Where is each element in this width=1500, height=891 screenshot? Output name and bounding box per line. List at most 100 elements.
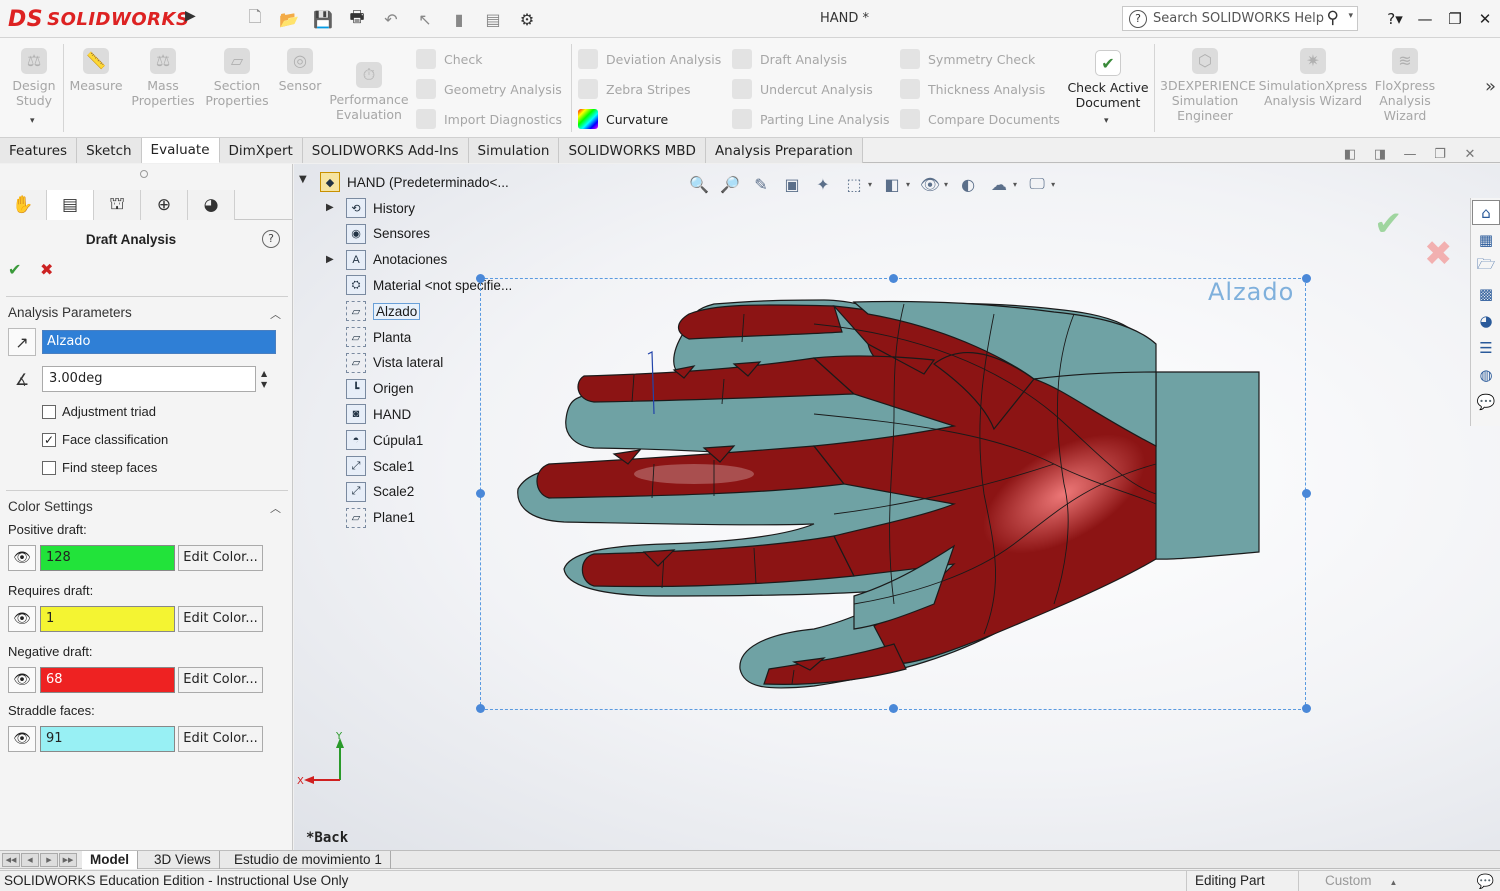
bottom-tab-estudio-de-movimiento-1[interactable]: Estudio de movimiento 1 [226, 851, 391, 869]
appearances-icon[interactable]: ◕ [1472, 308, 1500, 333]
tab-analysis-preparation[interactable]: Analysis Preparation [705, 138, 863, 163]
check-active-document-button[interactable]: ✔ Check Active Document [1064, 50, 1152, 110]
property-manager-tab-icon[interactable]: ▤ [47, 190, 94, 220]
curvature-button[interactable]: Curvature [578, 108, 668, 130]
deviation-analysis-button[interactable]: Deviation Analysis [578, 48, 721, 70]
resize-handle[interactable] [889, 704, 898, 713]
view-palette-icon[interactable]: ▩ [1472, 281, 1500, 306]
resize-handle[interactable] [889, 274, 898, 283]
simulationxpress-button[interactable]: ✷ SimulationXpress Analysis Wizard [1258, 48, 1368, 108]
restore-icon[interactable]: ❐ [1440, 0, 1470, 38]
close-icon[interactable]: ✕ [1470, 0, 1500, 38]
resize-handle[interactable] [476, 704, 485, 713]
compare-documents-button[interactable]: Compare Documents [900, 108, 1060, 130]
undo-icon[interactable]: ↶ [376, 6, 406, 32]
ribbon-more-chevron-icon[interactable]: » [1485, 76, 1496, 97]
viewport-close-icon[interactable]: ✕ [1458, 145, 1482, 163]
ok-check-icon[interactable]: ✔ [8, 260, 21, 279]
draft-angle-input[interactable]: 3.00deg [42, 366, 256, 392]
options-gear-icon[interactable]: ⚙ [512, 6, 542, 32]
geometry-analysis-button[interactable]: Geometry Analysis [416, 78, 562, 100]
bottom-tab-model[interactable]: Model [82, 851, 138, 869]
resize-handle[interactable] [476, 489, 485, 498]
color-settings-header[interactable]: Color Settings [8, 499, 93, 514]
quick-tips-icon[interactable]: 💬 [1477, 873, 1494, 890]
zebra-stripes-button[interactable]: Zebra Stripes [578, 78, 691, 100]
floxpress-button[interactable]: ≋ FloXpress Analysis Wizard [1372, 48, 1438, 123]
checkbox-box[interactable]: ✓ [42, 432, 56, 447]
tab-features[interactable]: Features [0, 138, 78, 163]
viewport-tile-right-icon[interactable]: ◨ [1368, 145, 1392, 163]
home-icon[interactable]: ⌂ [1472, 200, 1500, 225]
minimize-icon[interactable]: — [1410, 0, 1440, 38]
file-properties-icon[interactable]: ▤ [478, 6, 508, 32]
new-document-icon[interactable]: 🗋 [240, 6, 270, 32]
measure-button[interactable]: 📏 Measure [68, 48, 124, 93]
visibility-eye-icon[interactable]: 👁 [8, 606, 36, 632]
tab-solidworks-mbd[interactable]: SOLIDWORKS MBD [559, 138, 706, 163]
tab-dimxpert[interactable]: DimXpert [219, 138, 303, 163]
direction-arrow-icon[interactable]: ↗ [8, 328, 36, 356]
edit-color-button[interactable]: Edit Color... [178, 606, 263, 632]
analysis-parameters-header[interactable]: Analysis Parameters [8, 305, 132, 320]
next-tab-icon[interactable]: ▶ [40, 853, 58, 867]
check-button[interactable]: Check [416, 48, 482, 70]
checkbox-box[interactable] [42, 404, 56, 419]
last-tab-icon[interactable]: ▶▶ [59, 853, 77, 867]
solidworks-logo[interactable]: DS SOLIDWORKS [8, 2, 189, 36]
draft-analysis-button[interactable]: Draft Analysis [732, 48, 847, 70]
checkbox-box[interactable] [42, 460, 56, 475]
cancel-x-icon[interactable]: ✖ [40, 260, 53, 279]
edit-color-button[interactable]: Edit Color... [178, 726, 263, 752]
collapse-caret-icon[interactable]: ︿ [270, 306, 281, 322]
3dexperience-simulation-button[interactable]: ⬡ 3DEXPERIENCE Simulation Engineer [1160, 48, 1256, 123]
rebuild-icon[interactable]: ▮ [444, 6, 474, 32]
first-tab-icon[interactable]: ◀◀ [2, 853, 20, 867]
help-question-icon[interactable]: ? [262, 230, 280, 248]
prev-tab-icon[interactable]: ◀ [21, 853, 39, 867]
help-search-box[interactable]: ? Search SOLIDWORKS Help ⚲ ▾ [1122, 6, 1358, 31]
visibility-eye-icon[interactable]: 👁 [8, 726, 36, 752]
check-active-document-dropdown-icon[interactable]: ▾ [1104, 116, 1109, 126]
solidworks-resources-icon[interactable]: ◍ [1472, 362, 1500, 387]
tab-solidworks-add-ins[interactable]: SOLIDWORKS Add-Ins [302, 138, 469, 163]
mass-properties-button[interactable]: ⚖ Mass Properties [130, 48, 196, 108]
open-folder-icon[interactable]: 📂 [274, 6, 304, 32]
viewport-restore-icon[interactable]: ❐ [1428, 145, 1452, 163]
viewport-tile-left-icon[interactable]: ◧ [1338, 145, 1362, 163]
checkbox-face-classification[interactable]: ✓ Face classification [42, 432, 168, 447]
undercut-analysis-button[interactable]: Undercut Analysis [732, 78, 873, 100]
resize-handle[interactable] [1302, 704, 1311, 713]
save-icon[interactable]: 💾 [308, 6, 338, 32]
performance-evaluation-button[interactable]: ⏱ Performance Evaluation [328, 62, 410, 122]
checkbox-adjustment-triad[interactable]: Adjustment triad [42, 404, 156, 419]
dimxpert-manager-tab-icon[interactable]: ⊕ [141, 190, 188, 220]
tab-simulation[interactable]: Simulation [468, 138, 560, 163]
display-manager-tab-icon[interactable]: ◕ [188, 190, 235, 220]
edit-color-button[interactable]: Edit Color... [178, 545, 263, 571]
file-explorer-icon[interactable]: 🗁 [1472, 254, 1500, 279]
import-diagnostics-button[interactable]: Import Diagnostics [416, 108, 562, 130]
select-arrow-icon[interactable]: ↖ [410, 6, 440, 32]
symmetry-check-button[interactable]: Symmetry Check [900, 48, 1035, 70]
feature-manager-tab-icon[interactable]: ✋ [0, 190, 47, 220]
bottom-tab-3d-views[interactable]: 3D Views [146, 851, 220, 869]
design-study-button[interactable]: ⚖ Design Study [8, 48, 60, 108]
visibility-eye-icon[interactable]: 👁 [8, 545, 36, 571]
resize-handle[interactable] [476, 274, 485, 283]
menu-expand-arrow-icon[interactable]: ▶ [185, 8, 199, 28]
search-magnifier-icon[interactable]: ⚲ [1327, 8, 1339, 28]
forum-icon[interactable]: 💬 [1472, 389, 1500, 414]
resize-handle[interactable] [1302, 489, 1311, 498]
viewport-minimize-icon[interactable]: — [1398, 145, 1422, 163]
thickness-analysis-button[interactable]: Thickness Analysis [900, 78, 1045, 100]
edit-color-button[interactable]: Edit Color... [178, 667, 263, 693]
graphics-area[interactable]: ▼ ◆ HAND (Predeterminado<... ▶ ⟲ History ◉ S… [294, 164, 1500, 850]
tab-sketch[interactable]: Sketch [77, 138, 142, 163]
panel-grip-icon[interactable] [140, 170, 148, 178]
visibility-eye-icon[interactable]: 👁 [8, 667, 36, 693]
configuration-manager-tab-icon[interactable]: ⛫ [94, 190, 141, 220]
resize-handle[interactable] [1302, 274, 1311, 283]
units-selector[interactable]: Custom ▲ [1298, 871, 1468, 891]
design-library-icon[interactable]: ▦ [1472, 227, 1500, 252]
